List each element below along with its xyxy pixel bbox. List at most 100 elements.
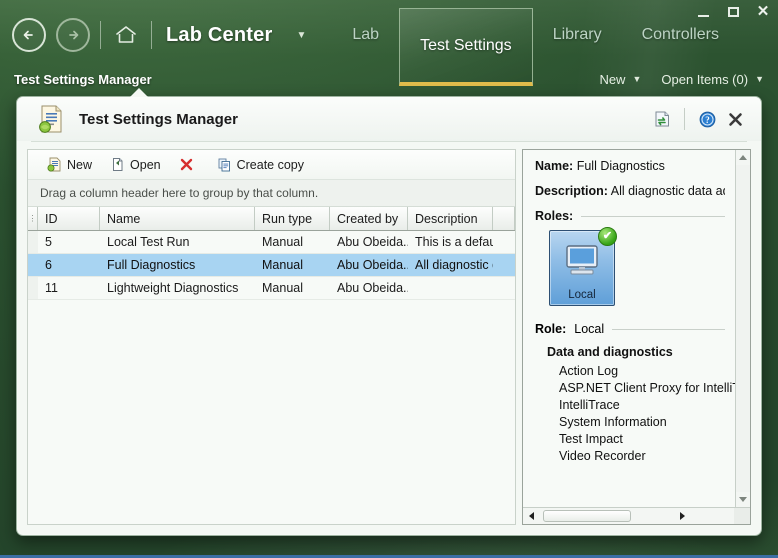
create-copy-button-label: Create copy bbox=[236, 157, 305, 172]
test-settings-grid-pane: New Open Create copy Drag a column heade… bbox=[27, 149, 516, 525]
sub-bar-actions: New ▼ Open Items (0) ▼ bbox=[599, 72, 778, 87]
role-tile-label: Local bbox=[568, 289, 596, 301]
details-vertical-scrollbar[interactable] bbox=[735, 150, 750, 507]
create-copy-button[interactable]: Create copy bbox=[210, 155, 311, 174]
cell-name: Lightweight Diagnostics bbox=[107, 281, 239, 295]
open-items-label: Open Items (0) bbox=[661, 71, 749, 87]
nav-left-group: Lab Center ▼ bbox=[0, 0, 306, 70]
dialog-body: New Open Create copy Drag a column heade… bbox=[27, 149, 751, 525]
adapter-item: System Information bbox=[559, 415, 667, 429]
role-rule bbox=[612, 328, 725, 330]
sub-bar: Test Settings Manager New ▼ Open Items (… bbox=[0, 62, 778, 96]
scrollbar-corner bbox=[734, 507, 750, 524]
details-horizontal-scrollbar[interactable] bbox=[523, 507, 750, 524]
arrow-right-icon bbox=[680, 512, 685, 520]
back-button[interactable] bbox=[12, 18, 46, 52]
scroll-right-button[interactable] bbox=[674, 508, 691, 525]
cell-description: This is a default t... bbox=[415, 235, 493, 249]
adapter-item: IntelliTrace bbox=[559, 398, 620, 412]
cell-id: 5 bbox=[45, 235, 52, 249]
breadcrumb: Test Settings Manager bbox=[14, 71, 152, 87]
help-icon[interactable]: ? bbox=[693, 105, 721, 133]
cell-name: Full Diagnostics bbox=[107, 258, 196, 272]
arrow-right-icon bbox=[69, 30, 79, 40]
table-row[interactable]: 6 Full Diagnostics Manual Abu Obeida... … bbox=[28, 254, 515, 277]
tab-library[interactable]: Library bbox=[533, 0, 622, 70]
column-header-id[interactable]: ID bbox=[38, 207, 100, 230]
open-button[interactable]: Open bbox=[103, 155, 168, 174]
row-indicator bbox=[28, 231, 38, 253]
monitor-icon bbox=[560, 244, 604, 287]
cell-spacer bbox=[493, 231, 515, 253]
dialog-pointer bbox=[130, 88, 148, 97]
detail-name-label: Name: bbox=[535, 159, 574, 173]
delete-button[interactable] bbox=[172, 155, 206, 174]
grid-empty-area bbox=[28, 300, 515, 524]
adapter-item: ASP.NET Client Proxy for IntelliTrace bbox=[559, 381, 735, 395]
scroll-up-button[interactable] bbox=[735, 150, 750, 165]
table-row[interactable]: 11 Lightweight Diagnostics Manual Abu Ob… bbox=[28, 277, 515, 300]
column-header-description[interactable]: Description bbox=[408, 207, 493, 230]
cell-description bbox=[408, 277, 493, 299]
open-document-icon bbox=[110, 157, 125, 172]
new-button[interactable]: New bbox=[40, 155, 99, 174]
details-scroll-area: Name: Full Diagnostics Description: All … bbox=[523, 150, 750, 507]
app-title: Lab Center bbox=[166, 23, 273, 46]
chevron-down-icon: ▼ bbox=[755, 74, 764, 84]
dialog-close-icon[interactable] bbox=[721, 105, 749, 133]
cell-created-by: Abu Obeida... bbox=[337, 235, 408, 249]
details-content: Name: Full Diagnostics Description: All … bbox=[523, 150, 735, 507]
horizontal-scroll-thumb[interactable] bbox=[543, 510, 631, 522]
data-diagnostics-title: Data and diagnostics bbox=[547, 345, 673, 359]
roles-rule bbox=[581, 215, 725, 217]
arrow-left-icon bbox=[23, 30, 33, 40]
home-button[interactable] bbox=[111, 20, 141, 50]
test-settings-document-icon bbox=[37, 104, 65, 134]
cell-spacer bbox=[493, 254, 515, 276]
details-pane: Name: Full Diagnostics Description: All … bbox=[522, 149, 751, 525]
cell-created-by: Abu Obeida... bbox=[337, 258, 408, 272]
scroll-left-button[interactable] bbox=[523, 508, 540, 525]
cell-spacer bbox=[493, 277, 515, 299]
column-header-created-by[interactable]: Created by bbox=[330, 207, 408, 230]
window-controls: ✕ bbox=[694, 4, 772, 20]
table-row[interactable]: 5 Local Test Run Manual Abu Obeida... Th… bbox=[28, 231, 515, 254]
chevron-down-icon: ▼ bbox=[632, 74, 642, 84]
header-divider bbox=[684, 108, 685, 130]
grid-column-chooser-icon[interactable]: ⋮ bbox=[29, 215, 37, 223]
new-menu-label: New bbox=[599, 71, 626, 87]
tab-bar: Lab Test Settings Library Controllers bbox=[332, 0, 739, 86]
adapter-item: Test Impact bbox=[559, 432, 623, 446]
column-header-spacer bbox=[493, 207, 515, 230]
new-menu-button[interactable]: New ▼ bbox=[599, 72, 641, 87]
scroll-down-button[interactable] bbox=[735, 492, 750, 507]
grid-toolbar: New Open Create copy bbox=[28, 150, 515, 180]
cell-name: Local Test Run bbox=[107, 235, 190, 249]
open-button-label: Open bbox=[130, 157, 161, 172]
forward-button[interactable] bbox=[56, 18, 90, 52]
open-items-menu-button[interactable]: Open Items (0) ▼ bbox=[661, 72, 764, 87]
svg-text:?: ? bbox=[705, 115, 710, 125]
home-icon bbox=[116, 26, 136, 43]
grid-header-row: ⋮ ID Name Run type Created by Descriptio… bbox=[28, 207, 515, 231]
app-title-dropdown-icon[interactable]: ▼ bbox=[296, 30, 306, 41]
maximize-button[interactable] bbox=[724, 4, 742, 20]
copy-icon bbox=[217, 157, 232, 172]
refresh-icon[interactable] bbox=[648, 105, 676, 133]
cell-run-type: Manual bbox=[262, 235, 303, 249]
new-button-label: New bbox=[67, 157, 93, 172]
column-header-run-type[interactable]: Run type bbox=[255, 207, 330, 230]
group-by-hint[interactable]: Drag a column header here to group by th… bbox=[28, 180, 515, 207]
adapter-item: Video Recorder bbox=[559, 449, 646, 463]
cell-run-type: Manual bbox=[262, 258, 303, 272]
minimize-button[interactable] bbox=[694, 4, 712, 20]
close-icon[interactable]: ✕ bbox=[754, 4, 772, 20]
role-row: Role: Local bbox=[535, 322, 725, 336]
test-settings-manager-dialog: Test Settings Manager ? New Open Create … bbox=[16, 96, 762, 536]
roles-label: Roles: bbox=[535, 209, 574, 223]
column-header-name[interactable]: Name bbox=[100, 207, 255, 230]
role-label: Role: bbox=[535, 322, 567, 336]
cell-id: 11 bbox=[45, 281, 58, 295]
role-tile-local[interactable]: ✔ Local bbox=[549, 227, 617, 306]
tab-lab[interactable]: Lab bbox=[332, 0, 399, 70]
